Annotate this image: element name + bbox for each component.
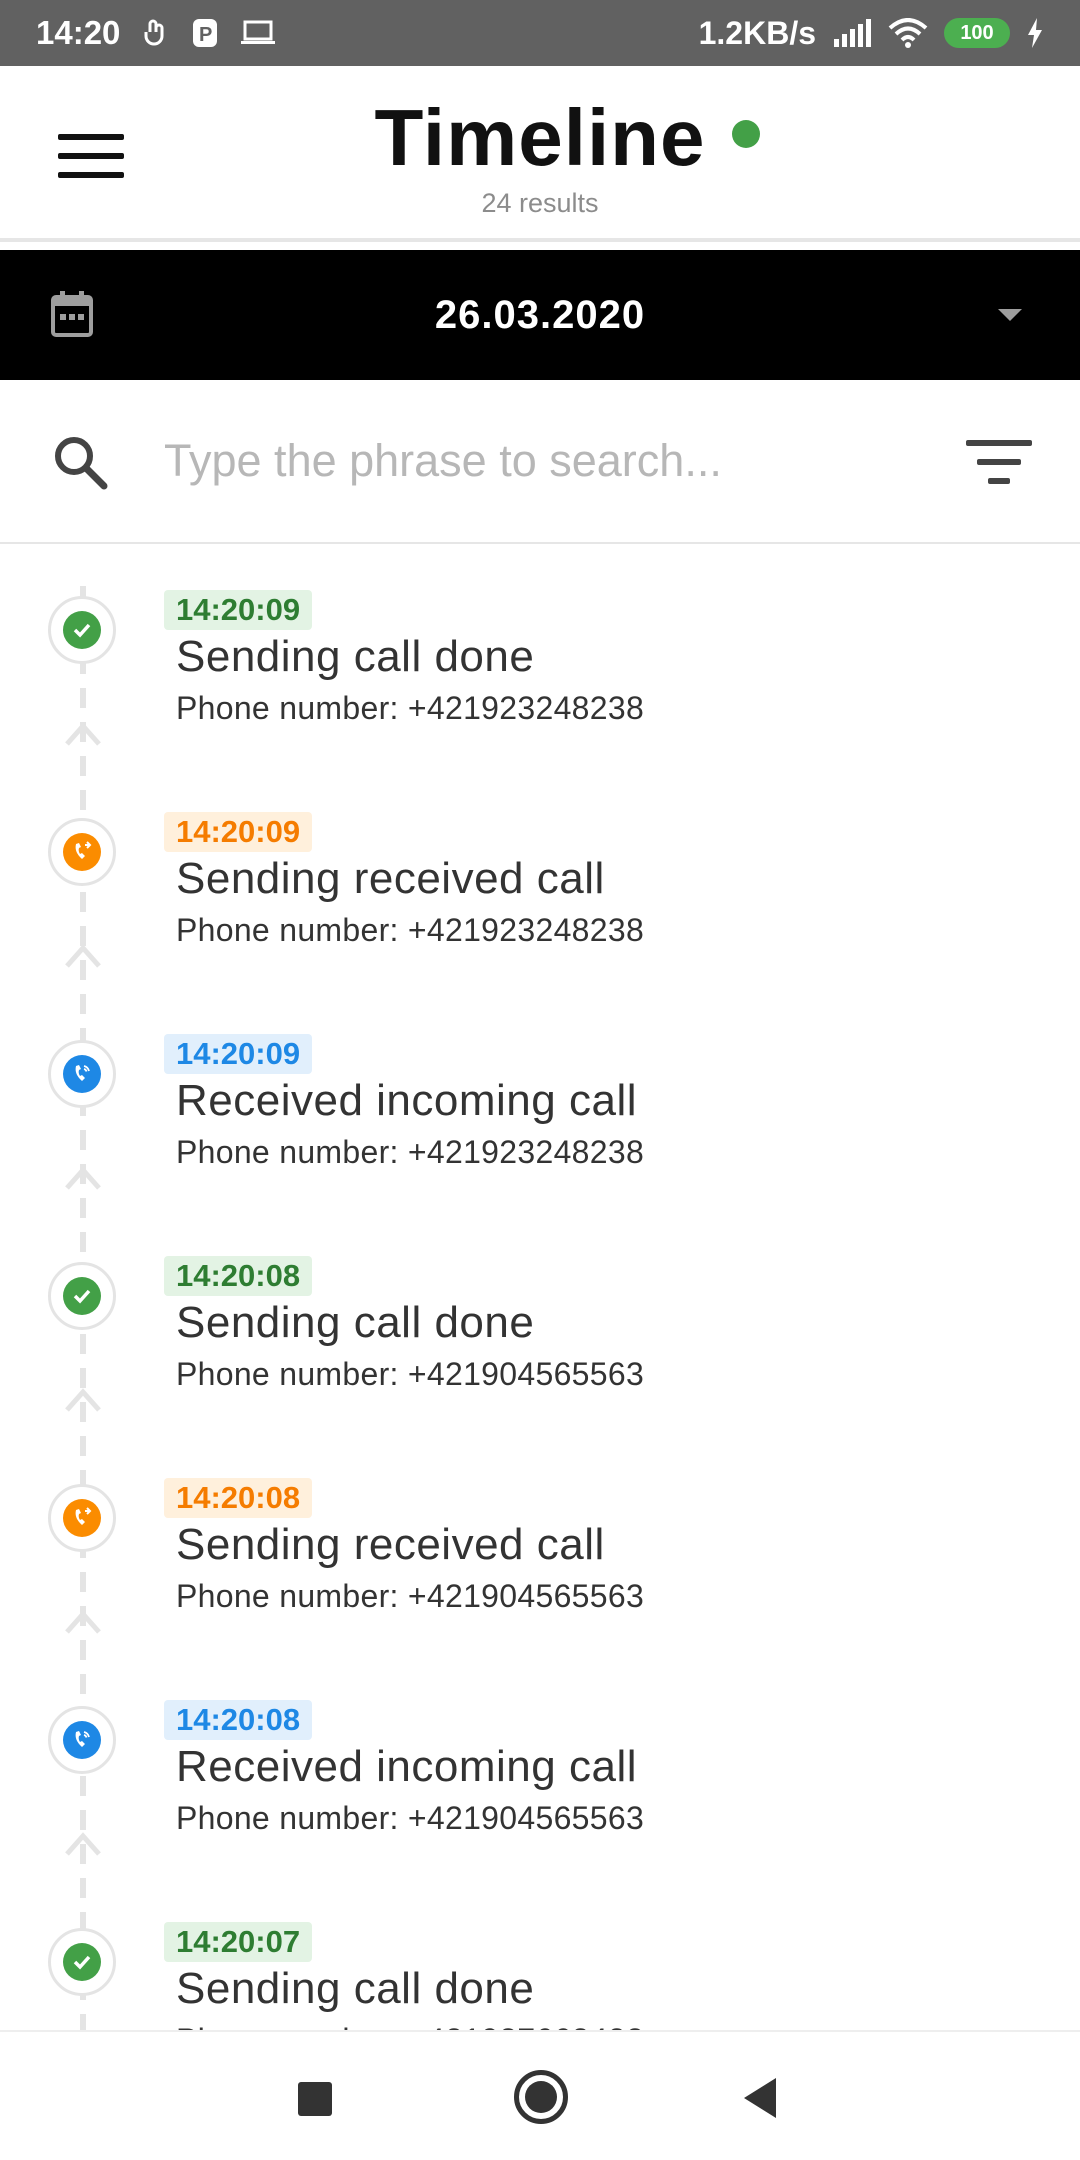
timeline-node [48, 1706, 116, 1774]
timeline-node [48, 1928, 116, 1996]
svg-text:P: P [199, 24, 212, 46]
filter-icon[interactable] [966, 440, 1032, 484]
app-header: Timeline 24 results [0, 66, 1080, 242]
timeline-node [48, 596, 116, 664]
timeline-entry[interactable]: 14:20:09 Sending received call Phone numbe… [0, 768, 1080, 990]
laptop-icon [240, 20, 276, 46]
search-input[interactable] [164, 428, 924, 494]
timeline-node [48, 1484, 116, 1552]
system-nav-bar [0, 2030, 1080, 2160]
entry-phone-number: Phone number: +421987663432 [176, 2022, 644, 2030]
entry-time: 14:20:09 [164, 1034, 313, 1074]
selected-date: 26.03.2020 [434, 292, 646, 337]
check-circle-icon [63, 1943, 101, 1981]
entry-title: Received incoming call [176, 1076, 637, 1125]
status-bar: 14:20 P 1.2KB/s 100 [0, 0, 1080, 66]
call-forward-icon [63, 1499, 101, 1537]
timeline-entry[interactable]: 14:20:08 Sending call done Phone number: +… [0, 1212, 1080, 1434]
chevron-up-icon [65, 722, 101, 746]
entry-title: Sending call done [176, 632, 535, 681]
entry-phone-number: Phone number: +421923248238 [176, 912, 645, 948]
chevron-down-icon [998, 309, 1022, 321]
chevron-up-icon [65, 1388, 101, 1412]
online-status-dot [731, 120, 760, 148]
timeline-entry[interactable]: 14:20:09 Received incoming call Phone numb… [0, 990, 1080, 1212]
calendar-icon [50, 290, 94, 343]
chevron-up-icon [65, 944, 101, 968]
check-circle-icon [63, 611, 101, 649]
entry-phone-number: Phone number: +421923248238 [176, 690, 645, 726]
entry-title: Sending call done [176, 1964, 535, 2013]
entry-phone-number: Phone number: +421904565563 [176, 1356, 645, 1392]
entry-phone-number: Phone number: +421904565563 [176, 1800, 645, 1836]
entry-time: 14:20:08 [164, 1478, 313, 1518]
entry-phone-number: Phone number: +421904565563 [176, 1578, 645, 1614]
hand-icon [142, 18, 170, 48]
timeline-node [48, 1040, 116, 1108]
timeline-entry[interactable]: 14:20:09 Sending call done Phone number: +… [0, 546, 1080, 768]
incoming-call-icon [63, 1055, 101, 1093]
date-selector[interactable]: 26.03.2020 [0, 250, 1080, 380]
chevron-up-icon [65, 1166, 101, 1190]
entry-time: 14:20:08 [164, 1700, 313, 1740]
timeline-list: 14:20:09 Sending call done Phone number: +… [0, 546, 1080, 2030]
check-circle-icon [63, 1277, 101, 1315]
search-bar [0, 380, 1080, 544]
timeline-entry[interactable]: 14:20:08 Received incoming call Phone numb… [0, 1656, 1080, 1878]
call-forward-icon [63, 833, 101, 871]
timeline-entry[interactable]: 14:20:07Sending call done Phone number: +… [0, 1878, 1080, 2030]
battery-icon: 100 [944, 18, 1010, 48]
back-button[interactable] [744, 2078, 776, 2118]
incoming-call-icon [63, 1721, 101, 1759]
entry-time: 14:20:09 [164, 812, 313, 852]
charging-icon [1026, 18, 1044, 48]
entry-time: 14:20:09 [164, 590, 313, 630]
timeline-entry[interactable]: 14:20:08 Sending received call Phone numbe… [0, 1434, 1080, 1656]
timeline-node [48, 1262, 116, 1330]
home-button[interactable] [514, 2070, 568, 2124]
signal-icon [832, 19, 872, 47]
wifi-icon [888, 18, 928, 48]
chevron-up-icon [65, 1610, 101, 1634]
timeline-node [48, 818, 116, 886]
status-time: 14:20 [36, 14, 121, 51]
entry-title: Sending call done [176, 1298, 535, 1347]
entry-title: Sending received call [176, 854, 605, 903]
chevron-up-icon [65, 1832, 101, 1856]
entry-phone-number: Phone number: +421923248238 [176, 1134, 645, 1170]
parking-icon: P [192, 18, 218, 48]
network-speed: 1.2KB/s [698, 14, 816, 51]
entry-title: Received incoming call [176, 1742, 637, 1791]
search-icon [52, 434, 108, 495]
entry-time: 14:20:07 [164, 1922, 313, 1962]
results-count: 24 results [481, 188, 599, 218]
recent-apps-button[interactable] [298, 2082, 332, 2116]
entry-title: Sending received call [176, 1520, 605, 1569]
page-title: Timeline [374, 92, 760, 184]
entry-time: 14:20:08 [164, 1256, 313, 1296]
